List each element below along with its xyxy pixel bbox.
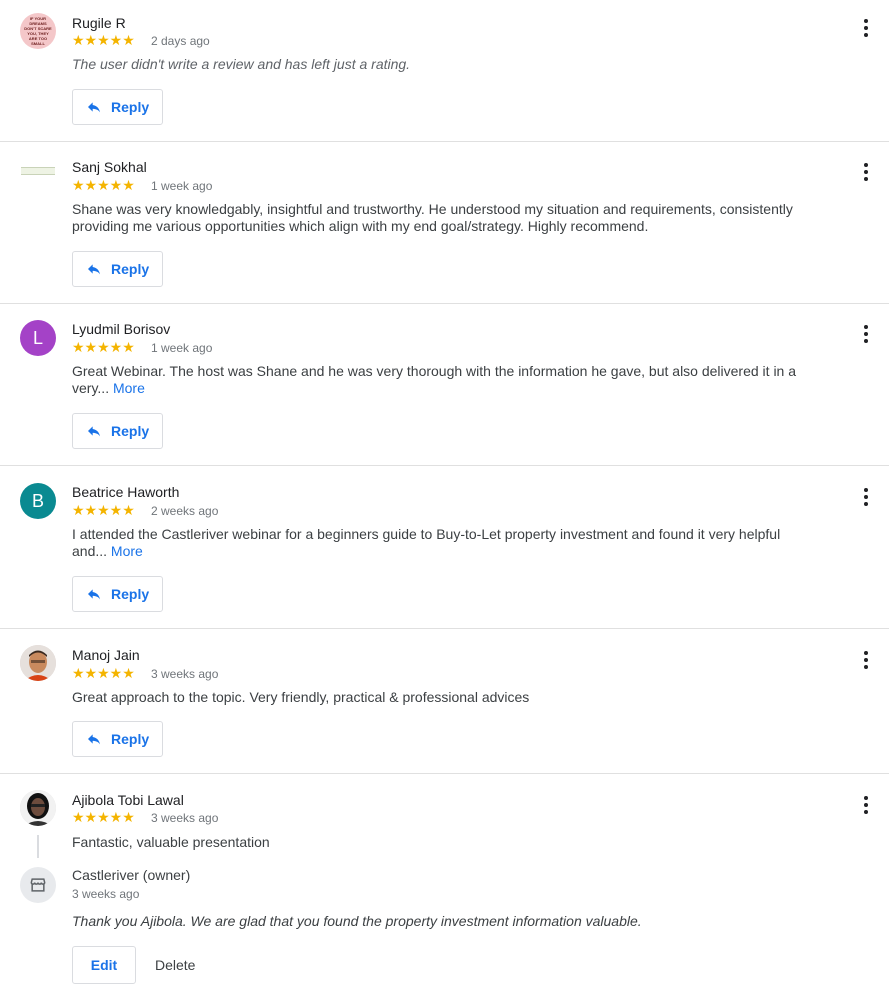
reviewer-name[interactable]: Lyudmil Borisov [72, 321, 170, 337]
avatar-image [21, 167, 55, 175]
reply-button-label: Reply [111, 423, 150, 439]
review-text: Great approach to the topic. Very friend… [72, 689, 530, 705]
review-text: Shane was very knowledgably, insightful … [72, 201, 793, 234]
reply-button-label: Reply [111, 99, 150, 115]
owner-reply-text: Thank you Ajibola. We are glad that you … [72, 913, 642, 929]
more-options-icon[interactable] [856, 793, 876, 817]
review-date: 2 days ago [151, 34, 210, 48]
reply-arrow-icon [88, 734, 100, 745]
review-card: IF YOUR DREAMS DON'T SCARE YOU, THEY ARE… [0, 0, 889, 142]
avatar-photo [20, 645, 56, 681]
reply-arrow-icon [88, 102, 100, 113]
reply-arrow-icon [88, 589, 100, 600]
reviewer-name[interactable]: Manoj Jain [72, 647, 140, 663]
reply-button[interactable]: Reply [72, 251, 163, 287]
reply-button-label: Reply [111, 731, 150, 747]
delete-button[interactable]: Delete [155, 957, 195, 973]
reply-button-label: Reply [111, 586, 150, 602]
edit-button[interactable]: Edit [72, 946, 136, 984]
review-text: Great Webinar. The host was Shane and he… [72, 363, 802, 397]
review-text: Fantastic, valuable presentation [72, 834, 270, 850]
reply-thread-line [37, 835, 39, 858]
more-link[interactable]: More [111, 543, 143, 559]
avatar[interactable]: B [20, 483, 56, 519]
reviewer-name[interactable]: Sanj Sokhal [72, 159, 147, 175]
reviewer-name[interactable]: Ajibola Tobi Lawal [72, 792, 184, 808]
more-options-icon[interactable] [856, 485, 876, 509]
review-date: 3 weeks ago [151, 667, 219, 681]
star-rating: ★★★★★ [72, 665, 135, 681]
review-card: Manoj Jain ★★★★★ 3 weeks ago Great appro… [0, 629, 889, 774]
avatar-photo [20, 790, 56, 826]
avatar[interactable] [20, 153, 56, 189]
star-rating: ★★★★★ [72, 32, 135, 48]
reviewer-name[interactable]: Beatrice Haworth [72, 484, 179, 500]
star-rating: ★★★★★ [72, 502, 135, 518]
reply-arrow-icon [88, 426, 100, 437]
avatar[interactable]: IF YOUR DREAMS DON'T SCARE YOU, THEY ARE… [20, 13, 56, 49]
review-date: 2 weeks ago [151, 504, 219, 518]
more-options-icon[interactable] [856, 16, 876, 40]
avatar-image-text: IF YOUR DREAMS DON'T SCARE YOU, THEY ARE… [24, 16, 52, 46]
review-date: 3 weeks ago [151, 811, 219, 825]
review-card: Sanj Sokhal ★★★★★ 1 week ago Shane was v… [0, 142, 889, 304]
review-card: Ajibola Tobi Lawal ★★★★★ 3 weeks ago Fan… [0, 774, 889, 984]
review-date: 1 week ago [151, 179, 213, 193]
storefront-icon [30, 878, 46, 892]
avatar[interactable] [20, 790, 56, 826]
reviewer-name[interactable]: Rugile R [72, 15, 126, 31]
review-text: I attended the Castleriver webinar for a… [72, 526, 792, 560]
reply-button[interactable]: Reply [72, 89, 163, 125]
avatar-letter: L [32, 327, 43, 348]
star-rating: ★★★★★ [72, 809, 135, 825]
owner-name: Castleriver (owner) [72, 867, 191, 883]
more-link[interactable]: More [113, 380, 145, 396]
reply-button[interactable]: Reply [72, 576, 163, 612]
reply-button-label: Reply [111, 261, 150, 277]
avatar-letter: B [31, 490, 44, 511]
review-text: The user didn't write a review and has l… [72, 56, 411, 72]
avatar[interactable]: L [20, 320, 56, 356]
reply-button[interactable]: Reply [72, 721, 163, 757]
review-card: B Beatrice Haworth ★★★★★ 2 weeks ago I a… [0, 466, 889, 629]
reply-arrow-icon [88, 264, 100, 275]
review-text-body: I attended the Castleriver webinar for a… [72, 526, 781, 559]
avatar[interactable] [20, 645, 56, 681]
owner-avatar [20, 867, 56, 903]
owner-reply-date: 3 weeks ago [72, 887, 140, 901]
review-text-body: Great Webinar. The host was Shane and he… [72, 363, 797, 396]
reply-button[interactable]: Reply [72, 413, 163, 449]
star-rating: ★★★★★ [72, 339, 135, 355]
more-options-icon[interactable] [856, 160, 876, 184]
review-card: L Lyudmil Borisov ★★★★★ 1 week ago Great… [0, 304, 889, 466]
more-options-icon[interactable] [856, 648, 876, 672]
more-options-icon[interactable] [856, 322, 876, 346]
review-date: 1 week ago [151, 341, 213, 355]
star-rating: ★★★★★ [72, 177, 135, 193]
